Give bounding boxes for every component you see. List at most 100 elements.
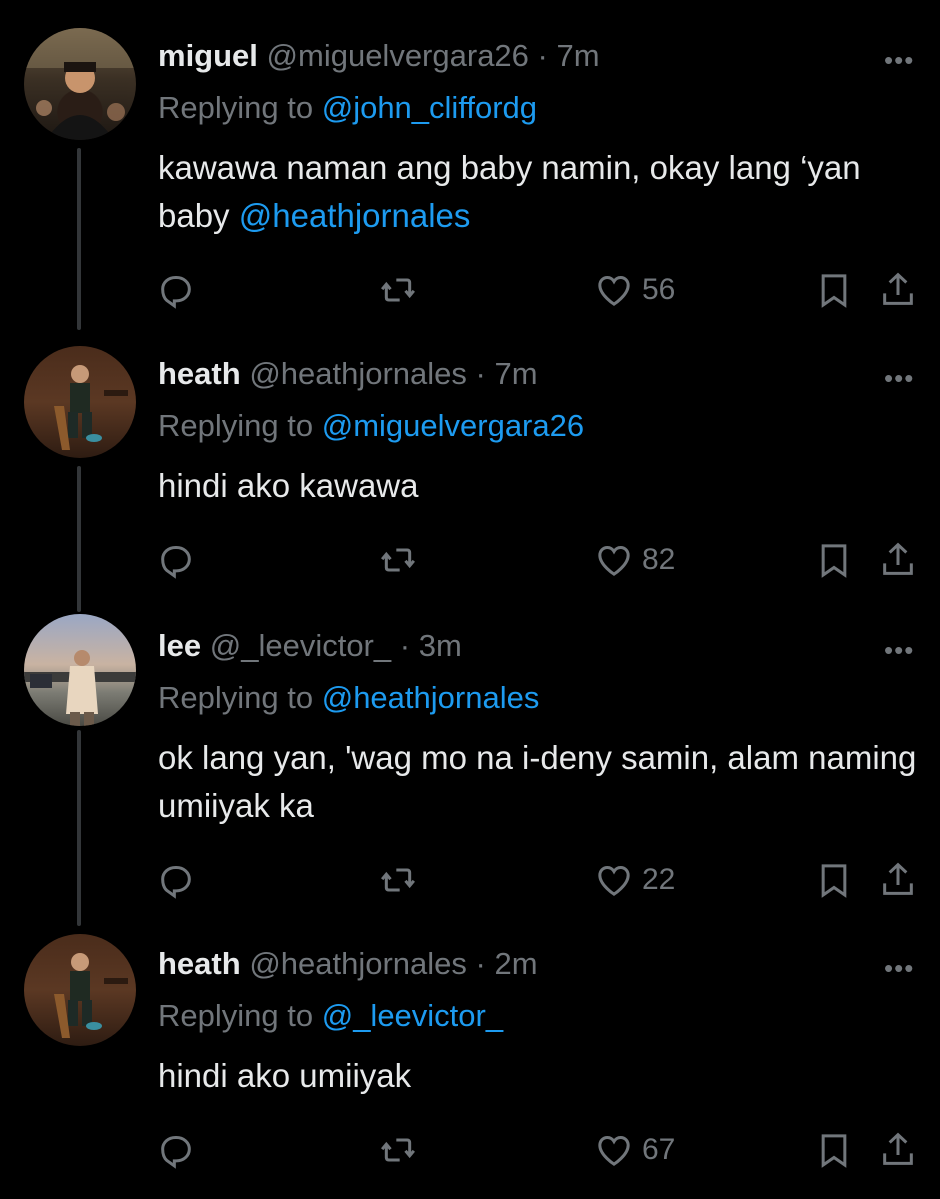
replying-to: Replying to @heathjornales (158, 678, 539, 718)
reply-button[interactable] (156, 858, 196, 902)
more-icon[interactable]: ••• (884, 365, 914, 391)
tweet-header: lee @_leevictor_ · 3m (158, 626, 462, 666)
tweet-text: hindi ako kawawa (158, 462, 918, 510)
timestamp[interactable]: 7m (495, 356, 538, 391)
share-icon (883, 862, 913, 895)
separator: · (475, 946, 486, 981)
like-button[interactable]: 82 (594, 538, 675, 582)
bookmark-icon (821, 544, 847, 578)
tweet-header: heath @heathjornales · 7m (158, 354, 538, 394)
tweet[interactable]: lee @_leevictor_ · 3m ••• Replying to @h… (0, 614, 940, 926)
replying-to: Replying to @_leevictor_ (158, 996, 503, 1036)
display-name[interactable]: lee (158, 628, 201, 663)
username[interactable]: @_leevictor_ (210, 628, 391, 663)
tweet-header: heath @heathjornales · 2m (158, 944, 538, 984)
replying-mention[interactable]: @miguelvergara26 (322, 408, 584, 443)
tweet-text-content: hindi ako kawawa (158, 467, 419, 504)
reply-icon (161, 1136, 191, 1169)
reply-button[interactable] (156, 538, 196, 582)
tweet-actions: 22 (0, 858, 940, 908)
bookmark-button[interactable] (814, 538, 854, 582)
share-icon (883, 1132, 913, 1165)
retweet-button[interactable] (378, 538, 418, 582)
like-count: 56 (642, 273, 676, 306)
like-count: 67 (642, 1133, 676, 1166)
heart-icon (598, 865, 630, 896)
retweet-icon (381, 278, 415, 302)
display-name[interactable]: miguel (158, 38, 258, 73)
separator: · (475, 356, 486, 391)
like-count: 82 (642, 543, 676, 576)
heart-icon (598, 275, 630, 306)
like-button[interactable]: 67 (594, 1128, 675, 1172)
replying-prefix: Replying to (158, 408, 314, 443)
replying-mention[interactable]: @_leevictor_ (322, 998, 503, 1033)
timestamp[interactable]: 3m (419, 628, 462, 663)
tweet-header: miguel @miguelvergara26 · 7m (158, 36, 600, 76)
bookmark-icon (821, 274, 847, 308)
reply-icon (161, 866, 191, 899)
bookmark-button[interactable] (814, 268, 854, 312)
tweet-text-content: hindi ako umiiyak (158, 1057, 412, 1094)
avatar[interactable] (24, 934, 136, 1046)
more-icon[interactable]: ••• (884, 47, 914, 73)
text-mention[interactable]: @heathjornales (239, 197, 471, 234)
share-icon (883, 272, 913, 305)
bookmark-icon (821, 1134, 847, 1168)
replying-mention[interactable]: @heathjornales (322, 680, 540, 715)
like-button[interactable]: 22 (594, 858, 675, 902)
replying-prefix: Replying to (158, 680, 314, 715)
avatar[interactable] (24, 346, 136, 458)
like-button[interactable]: 56 (594, 268, 675, 312)
share-icon (883, 542, 913, 575)
avatar[interactable] (24, 614, 136, 726)
reply-button[interactable] (156, 1128, 196, 1172)
tweet-text: hindi ako umiiyak (158, 1052, 918, 1100)
separator: · (537, 38, 548, 73)
tweet-actions: 56 (0, 268, 940, 318)
replying-prefix: Replying to (158, 90, 314, 125)
avatar[interactable] (24, 28, 136, 140)
reply-icon (161, 546, 191, 579)
more-icon[interactable]: ••• (884, 955, 914, 981)
timestamp[interactable]: 7m (557, 38, 600, 73)
heart-icon (598, 545, 630, 576)
tweet[interactable]: heath @heathjornales · 7m ••• Replying t… (0, 346, 940, 614)
share-button[interactable] (878, 268, 918, 312)
separator: · (399, 628, 411, 663)
retweet-icon (381, 868, 415, 892)
more-icon[interactable]: ••• (884, 637, 914, 663)
bookmark-button[interactable] (814, 858, 854, 902)
tweet[interactable]: miguel @miguelvergara26 · 7m ••• Replyin… (0, 28, 940, 336)
share-button[interactable] (878, 538, 918, 582)
heart-icon (598, 1135, 630, 1166)
display-name[interactable]: heath (158, 946, 241, 981)
username[interactable]: @heathjornales (249, 356, 467, 391)
tweet-text: ok lang yan, 'wag mo na i-deny samin, al… (158, 734, 918, 830)
tweet-text: kawawa naman ang baby namin, okay lang ‘… (158, 144, 918, 240)
retweet-icon (381, 548, 415, 572)
replying-to: Replying to @miguelvergara26 (158, 406, 584, 446)
display-name[interactable]: heath (158, 356, 241, 391)
tweet[interactable]: heath @heathjornales · 2m ••• Replying t… (0, 934, 940, 1174)
reply-icon (161, 276, 191, 309)
replying-to: Replying to @john_cliffordg (158, 88, 537, 128)
reply-button[interactable] (156, 268, 196, 312)
timestamp[interactable]: 2m (495, 946, 538, 981)
retweet-button[interactable] (378, 268, 418, 312)
replying-prefix: Replying to (158, 998, 314, 1033)
retweet-button[interactable] (378, 1128, 418, 1172)
username[interactable]: @miguelvergara26 (267, 38, 529, 73)
like-count: 22 (642, 863, 676, 896)
retweet-button[interactable] (378, 858, 418, 902)
retweet-icon (381, 1138, 415, 1162)
replying-mention[interactable]: @john_cliffordg (322, 90, 537, 125)
share-button[interactable] (878, 1128, 918, 1172)
share-button[interactable] (878, 858, 918, 902)
bookmark-button[interactable] (814, 1128, 854, 1172)
tweet-actions: 67 (0, 1128, 940, 1178)
tweet-actions: 82 (0, 538, 940, 588)
bookmark-icon (821, 864, 847, 898)
username[interactable]: @heathjornales (249, 946, 467, 981)
tweet-text-content: ok lang yan, 'wag mo na i-deny samin, al… (158, 739, 917, 824)
